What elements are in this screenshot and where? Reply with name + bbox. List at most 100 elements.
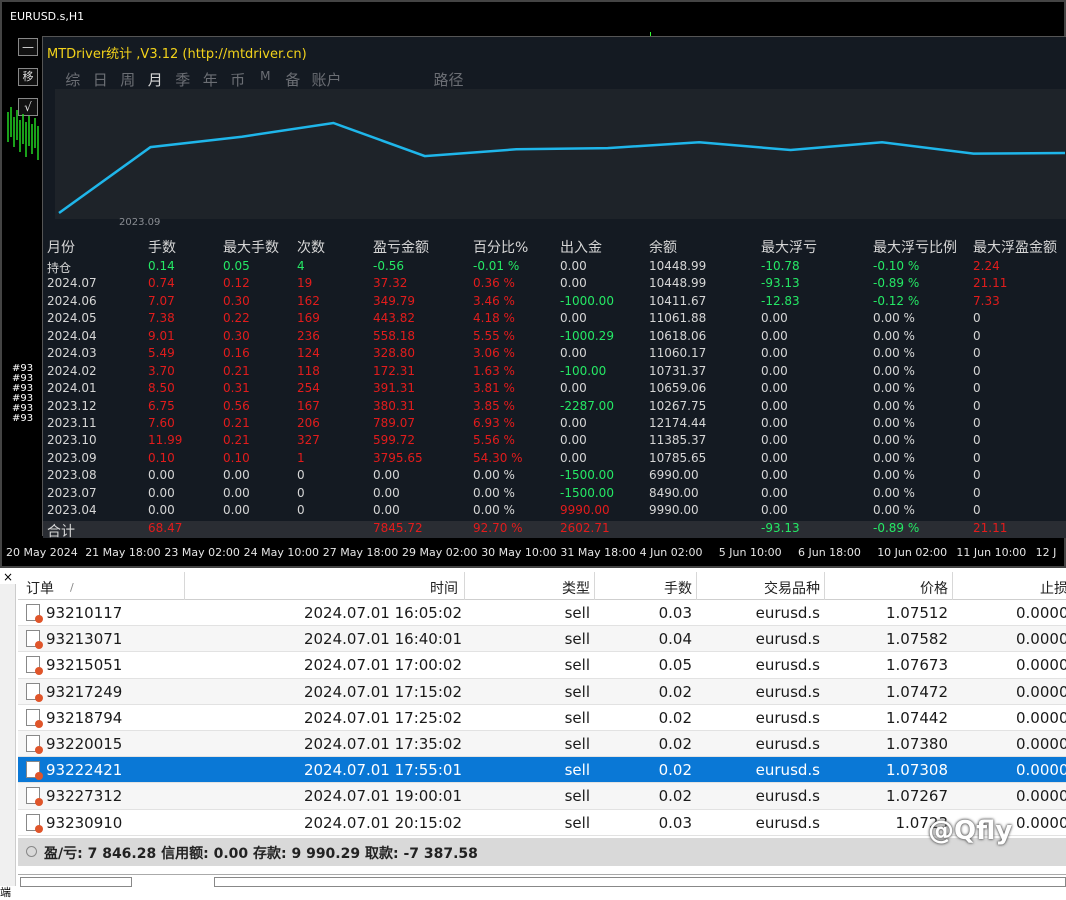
tab-quarter[interactable]: 季: [169, 69, 197, 90]
tab-week[interactable]: 周: [114, 69, 142, 90]
tab-day[interactable]: 日: [87, 69, 115, 90]
col-lots[interactable]: 手数: [664, 578, 692, 598]
col-symbol[interactable]: 交易品种: [764, 578, 820, 598]
col-time[interactable]: 时间: [430, 578, 458, 598]
order-stop-loss: 0.0000: [1016, 604, 1066, 622]
summary-icon: [26, 846, 37, 857]
stats-cell: -1500.00: [560, 485, 614, 500]
order-price: 1.07673: [885, 656, 948, 675]
stats-cell: 0.00 %: [473, 468, 515, 483]
stats-header-cell: 月份: [47, 240, 75, 256]
stats-cell: 0.00 %: [873, 381, 915, 396]
stats-cell: 0.00: [223, 485, 250, 500]
col-order[interactable]: 订单: [26, 578, 54, 598]
stats-cell: 7.07: [148, 293, 175, 308]
stats-cell: 206: [297, 415, 320, 430]
tab-month[interactable]: 月: [142, 69, 170, 90]
stats-cell: -1500.00: [560, 468, 614, 483]
terminal-tabs-strip: [18, 874, 1066, 887]
order-id: 93210117: [46, 604, 123, 622]
stats-cell: 3.46 %: [473, 293, 515, 308]
stats-cell: 0: [973, 503, 981, 518]
stats-row: 2024.07 0.74 0.12 19 37.32 0.36 % 0.00 10448.99…: [43, 276, 1066, 293]
sort-indicator: /: [70, 581, 74, 594]
stats-cell: 167: [297, 398, 320, 413]
order-time: 2024.07.01 17:35:02: [303, 734, 462, 753]
order-lots: 0.03: [658, 813, 692, 832]
tab-path[interactable]: 路径: [429, 69, 469, 90]
stats-cell: 10731.37: [649, 363, 707, 378]
stats-cell: 3795.65: [373, 450, 423, 465]
tab-magic[interactable]: M: [252, 69, 280, 90]
tab-year[interactable]: 年: [197, 69, 225, 90]
stats-header-cell: 余额: [649, 240, 677, 256]
time-axis-label: 4 Jun 02:00: [639, 546, 703, 559]
stats-cell: -2287.00: [560, 398, 614, 413]
stats-cell: 3.81 %: [473, 381, 515, 396]
stats-cell: 0.00 %: [873, 328, 915, 343]
stats-cell: 0.00: [148, 485, 175, 500]
close-icon[interactable]: ×: [3, 570, 13, 584]
stats-cell: 2602.71: [560, 520, 610, 535]
order-symbol: eurusd.s: [755, 682, 820, 701]
chart-symbol-title: EURUSD.s,H1: [10, 10, 85, 23]
stats-cell: 0.00: [761, 328, 788, 343]
stats-cell: 11061.88: [649, 311, 707, 326]
order-row[interactable]: 93217249 2024.07.01 17:15:02 sell 0.02 eurus…: [18, 678, 1066, 705]
order-row[interactable]: 93230910 2024.07.01 20:15:02 sell 0.03 eurus…: [18, 809, 1066, 836]
col-price[interactable]: 价格: [920, 578, 948, 598]
panel-minimize-button[interactable]: —: [18, 38, 38, 56]
col-stop-loss[interactable]: 止损: [1040, 578, 1066, 598]
order-row[interactable]: 93218794 2024.07.01 17:25:02 sell 0.02 eurus…: [18, 704, 1066, 731]
stats-cell: 2023.12: [47, 398, 97, 413]
stats-cell: 0.00: [560, 433, 587, 448]
panel-title: MTDriver统计 ,V3.12 (http://mtdriver.cn): [47, 47, 307, 62]
stats-cell: 7.33: [973, 293, 1000, 308]
order-row[interactable]: 93213071 2024.07.01 16:40:01 sell 0.04 eurus…: [18, 626, 1066, 653]
tab-account[interactable]: 账户: [307, 69, 347, 90]
order-row[interactable]: 93215051 2024.07.01 17:00:02 sell 0.05 eurus…: [18, 652, 1066, 679]
stats-cell: 68.47: [148, 520, 183, 535]
order-id: 93215051: [46, 656, 123, 675]
stats-cell: -0.89 %: [873, 276, 920, 291]
order-time: 2024.07.01 17:00:02: [303, 656, 462, 675]
stats-cell: 0.00 %: [473, 503, 515, 518]
order-doc-icon: [26, 604, 43, 623]
stats-row: 2024.06 7.07 0.30 162 349.79 3.46 % -1000.00 10…: [43, 294, 1066, 311]
order-type: sell: [564, 734, 590, 753]
col-type[interactable]: 类型: [562, 578, 590, 598]
order-doc-icon: [26, 813, 43, 833]
order-row[interactable]: 93220015 2024.07.01 17:35:02 sell 0.02 eurus…: [18, 730, 1066, 758]
period-tabs: 综 日 周 月 季 年 币 M 备 账户 路径: [59, 69, 469, 90]
stats-cell: 6.93 %: [473, 415, 515, 430]
panel-move-button[interactable]: 移: [18, 68, 38, 86]
stats-cell: 0.21: [223, 433, 250, 448]
stats-cell: 10659.06: [649, 381, 707, 396]
account-summary-bar: 盈/亏: 7 846.28 信用额: 0.00 存款: 9 990.29 取款:…: [18, 838, 1066, 866]
stats-cell: 0: [297, 468, 305, 483]
stats-cell: 5.56 %: [473, 433, 515, 448]
monthly-stats-table: 月份 手数 最大手数 次数 盈亏金额 百分比% 出入金 余额 最大浮亏 最大浮亏比例 最大浮盈金额持…: [43, 237, 1066, 540]
terminal-sidebar: 端: [0, 584, 16, 899]
order-tags: #93 #93 #93 #93 #93 #93: [12, 364, 42, 424]
order-doc-icon: [26, 682, 43, 702]
order-symbol: eurusd.s: [755, 734, 820, 753]
stats-row: 2023.09 0.10 0.10 1 3795.65 54.30 % 0.00 10785.…: [43, 451, 1066, 468]
order-row[interactable]: 93210117 2024.07.01 16:05:02 sell 0.03 eurus…: [18, 600, 1066, 627]
stats-cell: 172.31: [373, 363, 415, 378]
orders-table: 订单 / 时间 类型 手数 交易品种 价格 止损 93210117 2024.07…: [18, 572, 1066, 836]
order-doc-icon: [26, 630, 43, 650]
order-row[interactable]: 93222421 2024.07.01 17:55:01 sell 0.02 eurus…: [18, 757, 1066, 784]
tab-note[interactable]: 备: [279, 69, 307, 90]
stats-cell: 3.06 %: [473, 346, 515, 361]
stats-row: 持仓 0.14 0.05 4 -0.56 -0.01 % 0.00 10448.99 -10.7…: [43, 259, 1066, 276]
order-lots: 0.03: [658, 604, 692, 622]
order-id: 93213071: [46, 630, 123, 649]
order-row[interactable]: 93227312 2024.07.01 19:00:01 sell 0.02 eurus…: [18, 783, 1066, 810]
stats-cell: 443.82: [373, 311, 415, 326]
time-axis: 20 May 2024 21 May 18:00 23 May 02:00 24 Ma…: [2, 542, 1066, 564]
tab-summary[interactable]: 综: [59, 69, 87, 90]
tab-currency[interactable]: 币: [224, 69, 252, 90]
stats-cell: 0.00: [223, 503, 250, 518]
stats-cell: 0.00 %: [873, 485, 915, 500]
